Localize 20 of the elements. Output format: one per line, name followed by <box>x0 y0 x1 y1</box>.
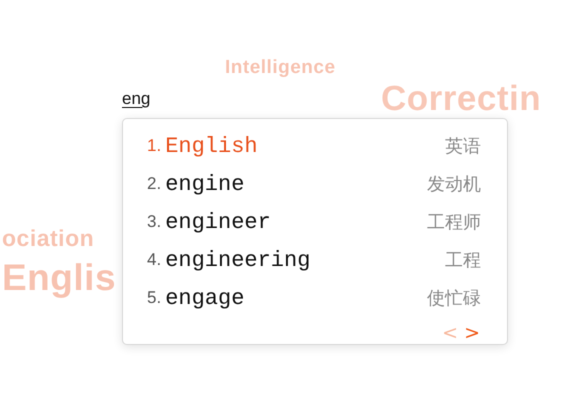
suggestion-translation: 英语 <box>445 135 481 158</box>
suggestion-translation: 使忙碌 <box>427 287 481 310</box>
background-word: Englis <box>2 258 116 299</box>
background-word: ociation <box>2 226 94 252</box>
suggestion-word[interactable]: engineer <box>165 210 427 234</box>
suggestion-word[interactable]: English <box>165 134 445 158</box>
suggestion-number: 3. <box>147 212 162 232</box>
suggestion-number: 4. <box>147 250 162 270</box>
suggestion-word[interactable]: engage <box>165 286 427 310</box>
typed-text[interactable]: eng <box>122 88 150 110</box>
background-word: Intelligence <box>225 58 336 79</box>
suggestion-number: 5. <box>147 288 162 308</box>
suggestion-number: 1. <box>147 136 162 156</box>
suggestion-translation: 工程 <box>445 249 481 272</box>
suggestion-translation: 工程师 <box>427 211 481 234</box>
suggestion-translation: 发动机 <box>427 173 481 196</box>
suggestion-word[interactable]: engineering <box>165 248 445 272</box>
background-word: Correctin <box>381 80 542 118</box>
suggestion-word[interactable]: engine <box>165 172 427 196</box>
suggestion-number: 2. <box>147 174 162 194</box>
